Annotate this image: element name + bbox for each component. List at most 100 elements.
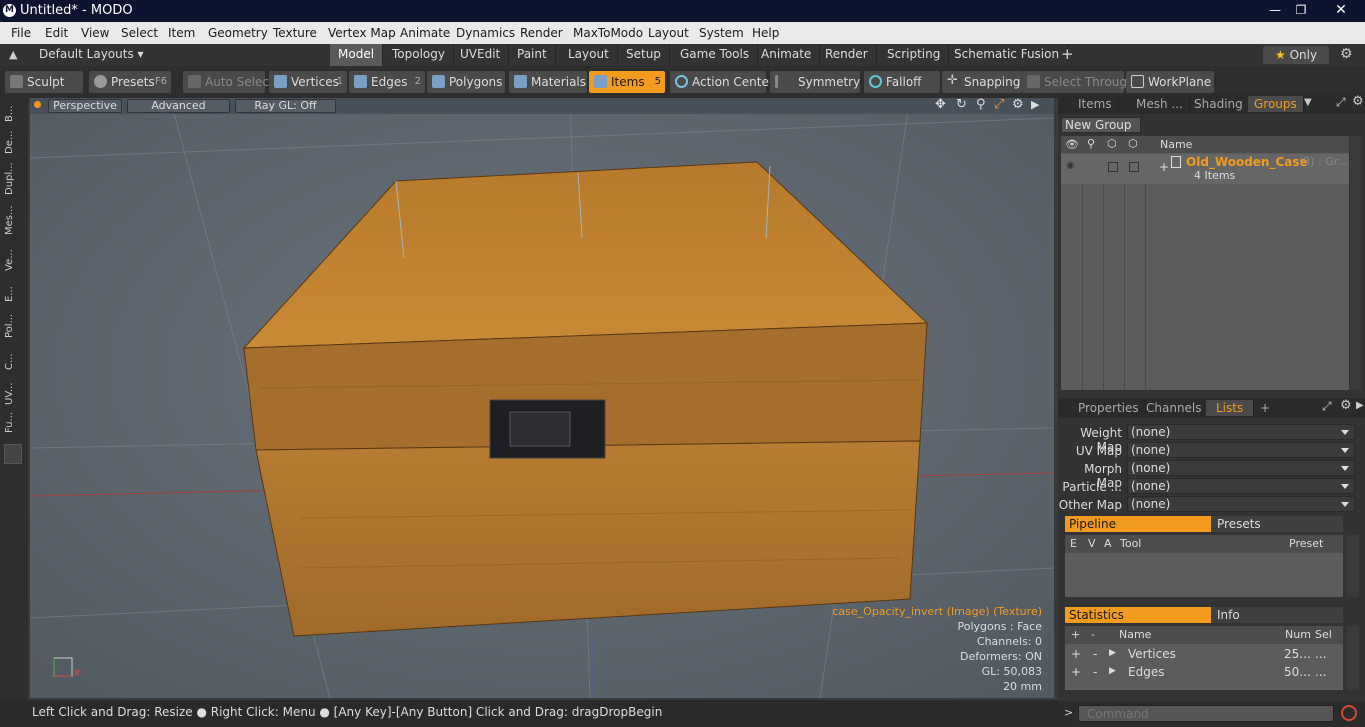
render-icon[interactable]: ⬡ (1107, 137, 1117, 150)
polygons-button[interactable]: Polygons (427, 71, 505, 93)
group-row[interactable]: ◉ + Old_Wooden_Case (3) : Gr... 4 Items (1061, 154, 1349, 184)
tab-schematic-fusion[interactable]: Schematic Fusion (946, 44, 1069, 66)
3d-viewport[interactable]: X Perspective Advanced Ray GL: Off ✥ ↻ ⚲… (30, 98, 1054, 698)
menu-geometry[interactable]: Geometry (208, 26, 268, 40)
menu-animate[interactable]: Animate (400, 26, 450, 40)
groups-scrollbar[interactable] (1350, 136, 1362, 390)
edges-button[interactable]: Edges 2 (349, 71, 425, 93)
tab-items[interactable]: Items (1072, 96, 1119, 112)
presets-tab[interactable]: Presets (1211, 516, 1343, 532)
record-icon[interactable] (1341, 705, 1357, 721)
tab-channels[interactable]: Channels (1140, 400, 1209, 416)
sculpt-button[interactable]: Sculpt (5, 71, 83, 93)
props-arrow-icon[interactable]: ▶ (1356, 400, 1364, 411)
select-icon[interactable]: ⬡ (1128, 137, 1138, 150)
row-render-icon[interactable] (1108, 162, 1118, 172)
layout-selector[interactable]: Default Layouts ▾ (39, 47, 144, 61)
items-button[interactable]: Items 5 (589, 71, 665, 93)
menu-layout[interactable]: Layout (648, 26, 689, 40)
statistics-tab[interactable]: Statistics (1065, 607, 1211, 623)
particle-select[interactable]: (none) (1127, 478, 1355, 494)
left-tab-8[interactable]: UV... (4, 380, 22, 408)
viewport-arrow-icon[interactable]: ▶ (1031, 98, 1039, 111)
tab-properties[interactable]: Properties (1072, 400, 1146, 416)
tab-paint[interactable]: Paint (509, 44, 556, 66)
new-group-button[interactable]: New Group (1061, 117, 1141, 133)
tab-topology[interactable]: Topology (384, 44, 454, 66)
vertices-button[interactable]: Vertices 1 (269, 71, 347, 93)
group-name[interactable]: Old_Wooden_Case (1186, 155, 1308, 169)
select-through-button[interactable]: Select Through (1022, 71, 1135, 93)
props-gear-icon[interactable]: ⚙ (1340, 398, 1352, 413)
tab-setup[interactable]: Setup (618, 44, 670, 66)
minimize-icon[interactable]: — (1264, 1, 1286, 19)
presets-button[interactable]: Presets F6 (89, 71, 171, 93)
tab-render[interactable]: Render (817, 44, 877, 66)
move-view-icon[interactable]: ✥ (935, 98, 946, 112)
tab-dropdown-icon[interactable]: ▼ (1304, 97, 1312, 108)
perspective-button[interactable]: Perspective (48, 99, 122, 113)
symmetry-button[interactable]: Symmetry (770, 71, 860, 93)
falloff-button[interactable]: Falloff (864, 71, 940, 93)
props-expand-icon[interactable]: ⤢ (1322, 399, 1332, 414)
stat-add-icon[interactable]: + (1071, 665, 1081, 679)
workplane-button[interactable]: WorkPlane (1126, 71, 1214, 93)
tab-groups[interactable]: Groups (1248, 96, 1304, 112)
stat-add-icon[interactable]: + (1071, 647, 1081, 661)
left-tab-2[interactable]: Dupl... (4, 160, 22, 198)
advanced-button[interactable]: Advanced (127, 99, 230, 113)
zoom-view-icon[interactable]: ⚲ (976, 98, 986, 112)
snapping-button[interactable]: ✛ Snapping (942, 71, 1022, 93)
eye-icon[interactable]: 👁 (1065, 138, 1079, 151)
menu-select[interactable]: Select (121, 26, 158, 40)
action-center-button[interactable]: Action Center (670, 71, 774, 93)
menu-view[interactable]: View (81, 26, 109, 40)
tab-lists[interactable]: Lists (1206, 400, 1255, 416)
uv-map-select[interactable]: (none) (1127, 442, 1355, 458)
fit-view-icon[interactable]: ⤢ (994, 98, 1004, 112)
auto-select-button[interactable]: Auto Select (183, 71, 274, 93)
menu-file[interactable]: File (11, 26, 31, 40)
add-props-tab[interactable]: + (1254, 400, 1276, 416)
morph-map-select[interactable]: (none) (1127, 460, 1355, 476)
menu-maxtomodo[interactable]: MaxToModo (573, 26, 643, 40)
stat-remove-icon[interactable]: - (1093, 647, 1097, 661)
tab-layout[interactable]: Layout (560, 44, 618, 66)
pipeline-scrollbar[interactable] (1347, 535, 1359, 597)
menu-texture[interactable]: Texture (273, 26, 317, 40)
menu-edit[interactable]: Edit (45, 26, 68, 40)
menu-dynamics[interactable]: Dynamics (456, 26, 515, 40)
menu-render[interactable]: Render (520, 26, 563, 40)
only-toggle[interactable]: ★ Only (1263, 46, 1329, 64)
lock-icon[interactable]: ⚲ (1087, 137, 1095, 150)
left-tab-4[interactable]: Ve... (4, 244, 22, 276)
menu-system[interactable]: System (699, 26, 744, 40)
rotate-view-icon[interactable]: ↻ (956, 98, 967, 112)
stat-row-vertices[interactable]: + - ▶ Vertices 25... ... (1065, 645, 1343, 663)
expand-plus-icon[interactable]: + (1159, 160, 1169, 174)
restore-icon[interactable]: ❐ (1290, 1, 1312, 19)
close-icon[interactable]: ✕ (1330, 1, 1352, 19)
tab-animate[interactable]: Animate (753, 44, 821, 66)
row-select-icon[interactable] (1129, 162, 1139, 172)
groups-gear-icon[interactable]: ⚙ (1352, 94, 1364, 109)
add-tab-button[interactable]: + (1053, 44, 1082, 66)
menu-item[interactable]: Item (168, 26, 195, 40)
weight-map-select[interactable]: (none) (1127, 424, 1355, 440)
left-tab-1[interactable]: De... (4, 128, 22, 156)
left-tab-0[interactable]: B... (4, 102, 22, 126)
materials-button[interactable]: Materials (509, 71, 587, 93)
tab-mesh[interactable]: Mesh ... (1130, 96, 1190, 112)
viewport-gear-icon[interactable]: ⚙ (1012, 98, 1024, 112)
expand-arrow-icon[interactable]: ▶ (1109, 666, 1116, 676)
stat-row-edges[interactable]: + - ▶ Edges 50... ... (1065, 663, 1343, 681)
left-tab-3[interactable]: Mes... (4, 202, 22, 238)
left-tab-6[interactable]: Pol... (4, 310, 22, 342)
command-input[interactable] (1078, 705, 1334, 722)
collapse-icon[interactable]: ▲ (9, 48, 17, 61)
viewport-dot-icon[interactable] (34, 101, 41, 108)
stat-remove-icon[interactable]: - (1093, 665, 1097, 679)
row-eye-icon[interactable]: ◉ (1066, 160, 1075, 171)
tab-model[interactable]: Model (330, 44, 384, 66)
tab-scripting[interactable]: Scripting (879, 44, 950, 66)
